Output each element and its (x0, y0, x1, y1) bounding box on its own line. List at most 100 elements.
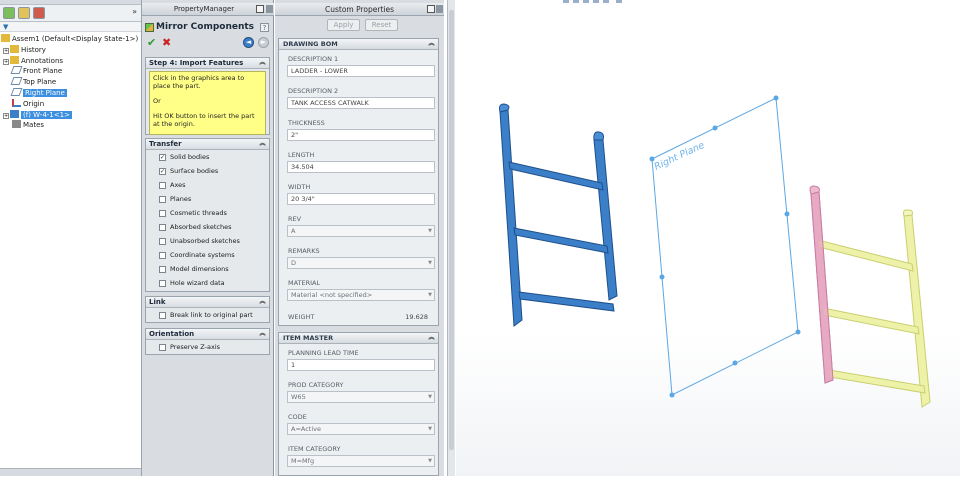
transfer-option[interactable]: Coordinate systems (146, 248, 269, 262)
transfer-option[interactable]: Axes (146, 178, 269, 192)
transfer-checkbox[interactable] (159, 210, 166, 217)
dropdown-arrow-icon[interactable]: ▼ (428, 392, 432, 402)
next-arrow-icon[interactable]: ► (258, 37, 269, 48)
transfer-option[interactable]: ✓ Surface bodies (146, 164, 269, 178)
preserve-z-axis-option[interactable]: Preserve Z-axis (146, 340, 269, 354)
drawing-bom-header[interactable]: DRAWING BOM ︽ (279, 39, 438, 50)
custom-properties-scrollbar[interactable] (447, 0, 455, 476)
property-dropdown[interactable]: A=Active ▼ (287, 423, 435, 435)
expand-toggle-icon[interactable]: + (3, 112, 9, 119)
tree-item[interactable]: Front Plane (3, 66, 62, 76)
tree-item[interactable]: Assem1 (Default<Display State-1>) (1, 34, 138, 44)
property-value: 34.504 (291, 163, 314, 171)
transfer-checkbox[interactable] (159, 252, 166, 259)
feature-manager-tab-icon[interactable] (3, 7, 15, 19)
plane-handle[interactable] (659, 274, 665, 280)
transfer-option[interactable]: Unabsorbed sketches (146, 234, 269, 248)
property-dropdown[interactable]: M=Mfg ▼ (287, 455, 435, 467)
collapse-chevron-icon[interactable]: ︽ (259, 141, 266, 148)
transfer-option[interactable]: Planes (146, 192, 269, 206)
transfer-option[interactable]: Absorbed sketches (146, 220, 269, 234)
plane-handle[interactable] (649, 156, 655, 162)
expand-toggle-icon[interactable]: + (3, 58, 9, 65)
transfer-checkbox[interactable] (159, 196, 166, 203)
link-group-header[interactable]: Link ︽ (146, 297, 269, 308)
plane-handle[interactable] (795, 329, 801, 335)
dropdown-arrow-icon[interactable]: ▼ (428, 456, 432, 466)
property-dropdown[interactable]: A ▼ (287, 225, 435, 237)
tree-item[interactable]: Top Plane (3, 77, 56, 87)
transfer-option[interactable]: Model dimensions (146, 262, 269, 276)
plane-handle[interactable] (712, 125, 718, 131)
transfer-group-header[interactable]: Transfer ︽ (146, 139, 269, 150)
step-group-header[interactable]: Step 4: Import Features ︽ (146, 58, 269, 69)
transfer-checkbox[interactable] (159, 266, 166, 273)
collapse-chevron-icon[interactable]: ︽ (259, 60, 266, 67)
scrollbar-thumb[interactable] (449, 10, 454, 450)
property-input[interactable]: TANK ACCESS CATWALK (287, 97, 435, 109)
plane-handle[interactable] (669, 392, 675, 398)
back-arrow-icon[interactable]: ◄ (243, 37, 254, 48)
help-button[interactable]: ? (260, 23, 269, 32)
ladder-mirror-preview[interactable] (809, 185, 931, 408)
tree-item[interactable]: Mates (3, 120, 44, 130)
graphics-area[interactable]: Right Plane (456, 0, 960, 476)
break-link-checkbox[interactable] (159, 312, 166, 319)
pin-icon[interactable] (427, 5, 435, 13)
tree-item[interactable]: + History (3, 44, 46, 55)
dropdown-arrow-icon[interactable]: ▼ (428, 290, 432, 300)
reset-button[interactable]: Reset (365, 19, 398, 31)
break-link-option[interactable]: Break link to original part (146, 308, 269, 322)
transfer-option[interactable]: Cosmetic threads (146, 206, 269, 220)
tree-item[interactable]: + (f) W-4-1<1> (3, 109, 72, 120)
dropdown-arrow-icon[interactable]: ▼ (428, 258, 432, 268)
right-plane-preview[interactable]: Right Plane (649, 95, 801, 398)
transfer-checkbox[interactable] (159, 182, 166, 189)
plane-handle[interactable] (784, 211, 790, 217)
tree-item[interactable]: Right Plane (3, 88, 67, 98)
collapse-chevron-icon[interactable]: ︽ (428, 41, 435, 48)
ladder-original-part[interactable] (499, 103, 618, 327)
expand-toggle-icon[interactable]: + (3, 47, 9, 54)
ok-check-icon[interactable]: ✔ (147, 36, 156, 49)
heads-up-toolbar-icons[interactable] (563, 0, 622, 3)
tree-item[interactable]: Origin (3, 98, 44, 109)
dropdown-arrow-icon[interactable]: ▼ (428, 226, 432, 236)
transfer-option[interactable]: ✓ Solid bodies (146, 150, 269, 164)
dropdown-arrow-icon[interactable]: ▼ (428, 424, 432, 434)
tree-item[interactable]: + Annotations (3, 55, 63, 66)
pin-icon[interactable] (256, 5, 264, 13)
collapse-chevron-icon[interactable]: ︽ (259, 299, 266, 306)
preserve-z-axis-checkbox[interactable] (159, 344, 166, 351)
apply-button[interactable]: Apply (327, 19, 360, 31)
transfer-checkbox[interactable]: ✓ (159, 168, 166, 175)
property-manager-tab-icon[interactable] (18, 7, 30, 19)
transfer-checkbox[interactable] (159, 224, 166, 231)
graphics-canvas[interactable]: Right Plane (456, 0, 960, 476)
panel-menu-icon[interactable] (266, 5, 273, 13)
property-input[interactable]: 2" (287, 129, 435, 141)
configuration-manager-tab-icon[interactable] (33, 7, 45, 19)
property-dropdown[interactable]: D ▼ (287, 257, 435, 269)
property-input[interactable]: 1 (287, 359, 435, 371)
transfer-checkbox[interactable]: ✓ (159, 154, 166, 161)
transfer-option[interactable]: Hole wizard data (146, 276, 269, 290)
transfer-checkbox[interactable] (159, 280, 166, 287)
item-master-header[interactable]: ITEM MASTER ︽ (279, 333, 438, 344)
orientation-group-header[interactable]: Orientation ︽ (146, 329, 269, 340)
cancel-x-icon[interactable]: ✖ (162, 36, 171, 49)
tree-collapse-button[interactable]: » (132, 7, 137, 16)
filter-icon[interactable]: ▼ (3, 23, 8, 31)
property-input[interactable]: 20 3/4" (287, 193, 435, 205)
property-input[interactable]: LADDER - LOWER (287, 65, 435, 77)
property-dropdown[interactable]: Material <not specified> ▼ (287, 289, 435, 301)
collapse-chevron-icon[interactable]: ︽ (259, 331, 266, 338)
collapse-chevron-icon[interactable]: ︽ (428, 335, 435, 342)
plane-handle[interactable] (732, 360, 738, 366)
property-dropdown[interactable]: W65 ▼ (287, 391, 435, 403)
plane-handle[interactable] (773, 95, 779, 101)
transfer-checkbox[interactable] (159, 238, 166, 245)
property-input[interactable]: 34.504 (287, 161, 435, 173)
panel-menu-icon[interactable] (436, 5, 443, 13)
tree-filter-row[interactable]: ▼ (0, 22, 141, 32)
